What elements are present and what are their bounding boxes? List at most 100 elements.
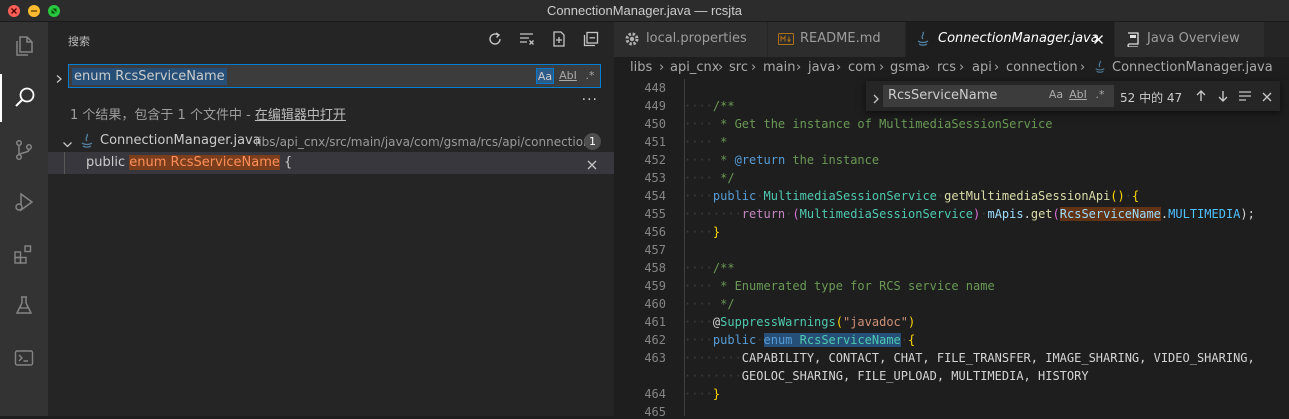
- chevron-right-icon: ›: [1080, 60, 1086, 75]
- book-icon: [1125, 31, 1141, 51]
- sidebar-title: 搜索: [68, 35, 90, 48]
- window-title: ConnectionManager.java — rcsjta: [546, 3, 743, 18]
- match-case-toggle[interactable]: Aa: [1047, 88, 1065, 101]
- testing-activity[interactable]: [0, 282, 48, 330]
- debug-icon: [15, 192, 34, 212]
- line-number: 456: [644, 225, 666, 239]
- selection-lines-icon: [1239, 91, 1251, 101]
- toggle-replace-button[interactable]: [871, 90, 881, 109]
- markdown-icon: [778, 33, 794, 49]
- dismiss-match-button[interactable]: [586, 156, 598, 175]
- breadcrumb-item[interactable]: main: [763, 60, 795, 75]
- close-icon: [1262, 92, 1272, 102]
- tab-readme[interactable]: README.md: [768, 22, 906, 57]
- line-number: 453: [644, 171, 666, 185]
- files-icon: [16, 36, 33, 56]
- code-line: ····/**: [684, 261, 735, 275]
- collapse-all-button[interactable]: [582, 30, 600, 48]
- clear-results-button[interactable]: [518, 30, 536, 48]
- breadcrumb-item[interactable]: gsma: [890, 60, 926, 75]
- line-number: 449: [644, 99, 666, 113]
- collapse-all-icon: [583, 31, 599, 47]
- breadcrumb-item[interactable]: api: [972, 60, 992, 75]
- code-line: ····public·MultimediaSessionService·getM…: [684, 189, 1140, 203]
- line-number-gutter: 448 449 450 451 452 453 454 455 456 457 …: [614, 79, 684, 419]
- tab-connectionmanager[interactable]: ConnectionManager.java: [906, 22, 1115, 57]
- run-debug-activity[interactable]: [0, 178, 48, 226]
- close-tab-button[interactable]: [1093, 34, 1104, 49]
- tab-local-properties[interactable]: local.properties: [614, 22, 768, 57]
- tab-java-overview[interactable]: Java Overview: [1115, 22, 1265, 57]
- whole-word-toggle[interactable]: AbI: [1069, 88, 1087, 101]
- line-number: 455: [644, 207, 666, 221]
- code-line: ···· */: [684, 297, 735, 311]
- close-find-button[interactable]: [1261, 88, 1273, 107]
- code-editor[interactable]: ····/** ···· * Get the instance of Multi…: [684, 79, 1289, 416]
- search-activity[interactable]: [0, 74, 48, 122]
- code-line: ········GEOLOC_SHARING, FILE_UPLOAD, MUL…: [684, 369, 1089, 383]
- line-number: 451: [644, 135, 666, 149]
- result-summary: 1 个结果，包含于 1 个文件中 - 在编辑器中打开: [70, 104, 346, 123]
- close-icon: [587, 160, 597, 170]
- find-in-selection-button[interactable]: [1238, 88, 1252, 107]
- regex-toggle[interactable]: .*: [581, 68, 599, 84]
- source-control-icon: [15, 139, 33, 161]
- code-line: ····}: [684, 387, 721, 401]
- extensions-icon: [14, 245, 32, 264]
- refresh-button[interactable]: [486, 30, 504, 48]
- chevron-right-icon: ›: [994, 60, 1000, 75]
- title-bar: ConnectionManager.java — rcsjta: [0, 0, 1289, 22]
- whole-word-toggle[interactable]: AbI: [559, 68, 577, 84]
- find-widget: RcsServiceName Aa AbI .* 52 中的 47: [866, 81, 1280, 111]
- find-input[interactable]: RcsServiceName Aa AbI .*: [883, 85, 1114, 107]
- match-suffix: {: [279, 155, 293, 170]
- breadcrumb-item[interactable]: api_cnx: [670, 60, 719, 75]
- chevron-right-icon: ›: [836, 60, 842, 75]
- terminal-activity[interactable]: [0, 334, 48, 382]
- chevron-right-icon: ›: [659, 60, 665, 75]
- next-match-button[interactable]: [1216, 88, 1230, 107]
- find-input-value[interactable]: RcsServiceName: [888, 88, 997, 103]
- regex-toggle[interactable]: .*: [1091, 88, 1109, 101]
- breadcrumb-item[interactable]: ConnectionManager.java: [1112, 60, 1273, 75]
- extensions-activity[interactable]: [0, 230, 48, 278]
- breadcrumb-item[interactable]: connection: [1006, 60, 1078, 75]
- find-match-count: 52 中的 47: [1120, 91, 1183, 105]
- line-number: 457: [644, 243, 666, 257]
- toggle-replace-button[interactable]: [54, 69, 64, 88]
- open-in-editor-link[interactable]: 在编辑器中打开: [255, 108, 346, 123]
- breadcrumb-item[interactable]: com: [848, 60, 876, 75]
- breadcrumb-item[interactable]: libs: [630, 60, 652, 75]
- line-number: 464: [644, 387, 666, 401]
- previous-match-button[interactable]: [1194, 88, 1208, 107]
- search-input[interactable]: enum RcsServiceName Aa AbI .*: [68, 64, 601, 88]
- line-number: 452: [644, 153, 666, 167]
- explorer-activity[interactable]: [0, 22, 48, 70]
- code-line: ····@SuppressWarnings("javadoc"): [684, 315, 916, 329]
- code-line: ····}: [684, 225, 721, 239]
- code-line: ···· * Get the instance of MultimediaSes…: [684, 117, 1053, 131]
- breadcrumb-item[interactable]: java: [808, 60, 835, 75]
- search-input-value[interactable]: enum RcsServiceName: [72, 68, 227, 85]
- line-number: 458: [644, 261, 666, 275]
- result-file-row[interactable]: ConnectionManager.java libs/api_cnx/src/…: [48, 130, 614, 152]
- result-summary-text: 1 个结果，包含于 1 个文件中 -: [70, 108, 255, 123]
- java-file-icon: [916, 31, 930, 51]
- source-control-activity[interactable]: [0, 126, 48, 174]
- line-number: 448: [644, 81, 666, 95]
- breadcrumb-item[interactable]: rcs: [937, 60, 956, 75]
- code-line: ···· * Enumerated type for RCS service n…: [684, 279, 995, 293]
- search-icon: [15, 87, 35, 107]
- java-file-icon: [80, 133, 94, 153]
- breadcrumb-item[interactable]: src: [729, 60, 748, 75]
- close-icon: [1094, 35, 1103, 44]
- search-sidebar: 搜索 enum RcsServiceName Aa AbI .* ··· 1 个…: [48, 22, 614, 416]
- result-match-row[interactable]: public enum RcsServiceName {: [48, 152, 614, 174]
- new-search-editor-button[interactable]: [550, 30, 568, 48]
- gear-icon: [624, 31, 640, 51]
- tab-label: README.md: [800, 31, 881, 46]
- refresh-icon: [489, 32, 501, 45]
- chevron-right-icon: [56, 75, 62, 83]
- match-case-toggle[interactable]: Aa: [536, 68, 554, 84]
- more-options-button[interactable]: ···: [582, 92, 598, 108]
